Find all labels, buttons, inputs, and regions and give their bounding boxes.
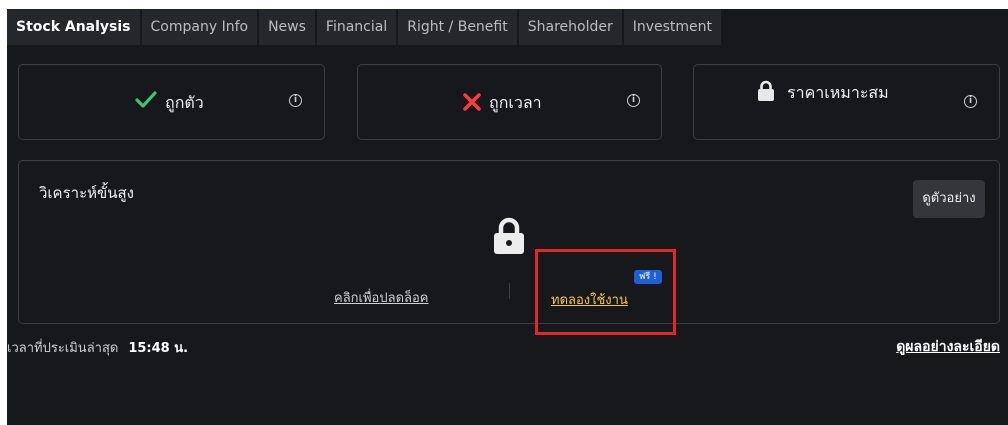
last-evaluated-label: เวลาที่ประเมินล่าสุด	[7, 341, 119, 356]
info-icon[interactable]: i	[289, 94, 302, 107]
highlight-box	[535, 249, 676, 335]
tab-company-info[interactable]: Company Info	[141, 9, 258, 45]
correct-time-card: ถูกเวลา i	[357, 64, 662, 140]
tab-right-benefit[interactable]: Right / Benefit	[398, 9, 517, 45]
view-details-link[interactable]: ดูผลอย่างละเอียด	[896, 336, 1000, 358]
tab-investment[interactable]: Investment	[623, 9, 722, 45]
correct-time-label: ถูกเวลา	[489, 93, 542, 112]
check-icon	[135, 90, 157, 114]
fair-price-label: ราคาเหมาะสม	[787, 83, 889, 102]
fair-price-card: ราคาเหมาะสม i	[693, 64, 1000, 140]
last-evaluated-time: 15:48 น.	[128, 341, 189, 356]
correct-stock-label: ถูกตัว	[165, 93, 204, 112]
tab-bar: Stock Analysis Company Info News Financi…	[7, 9, 722, 45]
advanced-analysis-box: วิเคราะห์ขั้นสูง ดูตัวอย่าง คลิกเพื่อปลด…	[18, 160, 1000, 324]
last-evaluated: เวลาที่ประเมินล่าสุด 15:48 น.	[7, 337, 188, 358]
tab-shareholder[interactable]: Shareholder	[518, 9, 622, 45]
tab-news[interactable]: News	[259, 9, 315, 45]
info-icon[interactable]: i	[964, 95, 977, 108]
view-example-button[interactable]: ดูตัวอย่าง	[913, 180, 985, 218]
lock-icon	[493, 217, 525, 259]
lock-icon	[757, 80, 775, 106]
advanced-analysis-title: วิเคราะห์ขั้นสูง	[39, 184, 134, 202]
cross-icon	[462, 92, 482, 116]
info-icon[interactable]: i	[627, 94, 640, 107]
tab-financial[interactable]: Financial	[316, 9, 397, 45]
correct-stock-card: ถูกตัว i	[18, 64, 325, 140]
unlock-link[interactable]: คลิกเพื่อปลดล็อค	[334, 287, 429, 308]
tab-stock-analysis[interactable]: Stock Analysis	[7, 9, 140, 45]
divider	[509, 283, 510, 299]
